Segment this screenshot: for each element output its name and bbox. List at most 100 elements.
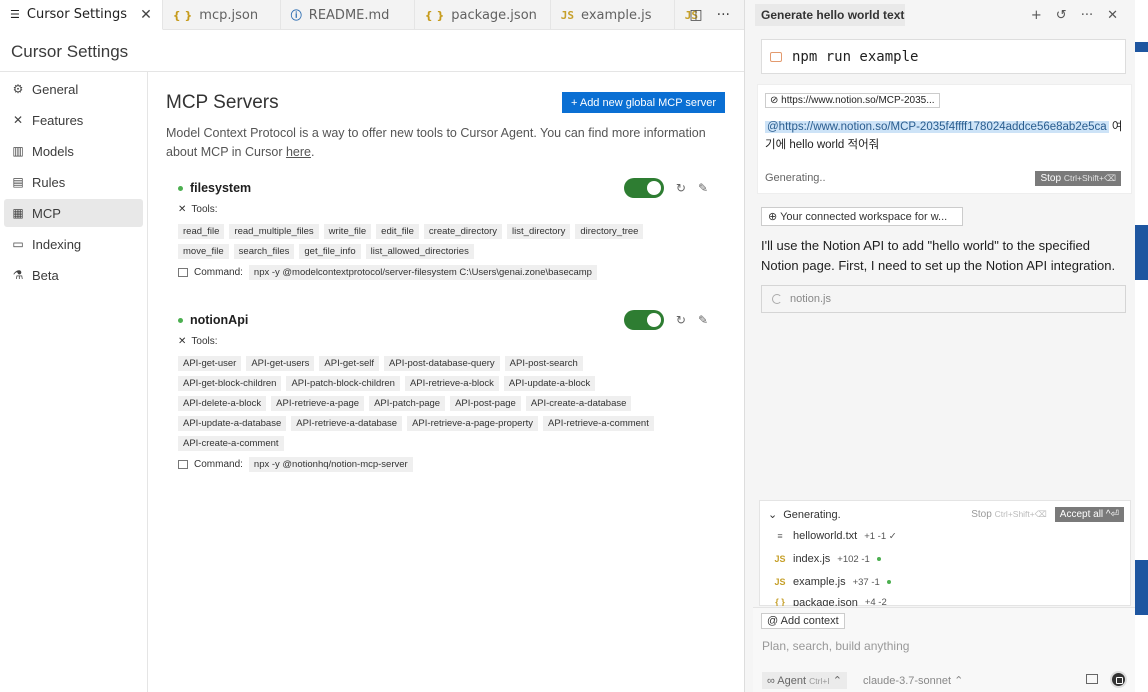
accept-all-button[interactable]: Accept all ^⏎: [1054, 507, 1124, 522]
nav-general[interactable]: ⚙ General: [4, 75, 143, 103]
server-icon: ▦: [12, 206, 24, 220]
changed-file-row[interactable]: ≡ helloworld.txt +1 -1 ✓: [774, 530, 896, 542]
tool-chip: get_file_info: [299, 244, 361, 259]
stop-label: Stop: [971, 509, 992, 520]
tool-chip: API-create-a-database: [525, 396, 632, 411]
generating-header: ⌄ Generating. Stop Ctrl+Shift+⌫ Accept a…: [768, 507, 1124, 522]
terminal-icon: [770, 51, 782, 62]
nav-rules[interactable]: ▤ Rules: [4, 168, 143, 196]
tool-list: API-get-user API-get-users API-get-self …: [178, 356, 678, 451]
split-editor-icon[interactable]: ◫: [689, 7, 702, 23]
edit-icon[interactable]: ✎: [698, 181, 708, 195]
server-command: Command: npx -y @modelcontextprotocol/se…: [178, 265, 718, 280]
image-icon[interactable]: [1086, 674, 1098, 684]
changed-file-row[interactable]: JS example.js +37 -1: [774, 576, 891, 588]
assistant-message: I'll use the Notion API to add "hello wo…: [761, 238, 1116, 273]
workspace-chip[interactable]: ⊕ Your connected workspace for w...: [761, 207, 963, 226]
message-text: @https://www.notion.so/MCP-2035f4ffff178…: [765, 118, 1125, 154]
stop-button[interactable]: Stop Ctrl+Shift+⌫: [1035, 171, 1121, 186]
mention-link[interactable]: @https://www.notion.so/MCP-2035f4ffff178…: [765, 121, 1109, 133]
tool-chip: API-create-a-comment: [178, 436, 284, 451]
stop-generation-button[interactable]: [1110, 671, 1127, 688]
js-icon: JS: [560, 8, 575, 22]
server-toggle[interactable]: [623, 178, 664, 198]
chat-tab[interactable]: Generate hello world text: [755, 4, 905, 26]
workspace-chip-text: Your connected workspace for w...: [780, 211, 948, 223]
nav-features[interactable]: ✕ Features: [4, 106, 143, 134]
terminal-icon: [178, 268, 188, 277]
server-controls: ↻ ✎: [623, 310, 708, 330]
tool-chip: write_file: [323, 224, 372, 239]
settings-nav: ⚙ General ✕ Features ▥ Models ▤ Rules ▦ MCP ▭…: [0, 72, 148, 692]
status-dot: [886, 580, 891, 584]
command-value: npx -y @notionhq/notion-mcp-server: [248, 457, 413, 472]
tool-chip: API-get-users: [246, 356, 315, 371]
stop-button[interactable]: Stop Ctrl+Shift+⌫: [971, 509, 1047, 520]
edit-icon[interactable]: ✎: [698, 313, 708, 327]
info-icon: ⓘ: [290, 9, 302, 22]
nav-label: Models: [32, 143, 74, 159]
more-icon[interactable]: ···: [1081, 8, 1093, 23]
add-context-button[interactable]: @ Add context: [761, 613, 845, 629]
more-icon[interactable]: ···: [717, 7, 730, 23]
nav-models[interactable]: ▥ Models: [4, 137, 143, 165]
tools-label-text: Tools:: [191, 204, 218, 215]
wrench-icon: ✕: [12, 113, 24, 127]
add-mcp-server-button[interactable]: + Add new global MCP server: [562, 92, 725, 113]
close-icon[interactable]: ✕: [140, 7, 152, 23]
docs-link[interactable]: here: [286, 145, 311, 159]
server-toggle[interactable]: [623, 310, 664, 330]
command-label: Command:: [194, 267, 243, 278]
url-chip[interactable]: ⊘ https://www.notion.so/MCP-2035...: [765, 93, 940, 108]
background-window-edge: [1135, 0, 1148, 692]
close-icon[interactable]: ✕: [1107, 8, 1118, 23]
tool-chip: API-retrieve-a-page-property: [407, 416, 539, 431]
nav-label: Rules: [32, 174, 66, 190]
prompt-text: npm run example: [792, 48, 919, 65]
model-label: claude-3.7-sonnet: [863, 675, 952, 687]
refresh-icon[interactable]: ↻: [676, 313, 686, 327]
settings-title: Cursor Settings: [11, 42, 129, 61]
tool-call-pill[interactable]: notion.js: [761, 285, 1126, 313]
chevron-down-icon[interactable]: ⌄: [768, 508, 777, 521]
model-select[interactable]: claude-3.7-sonnet ⌃: [863, 674, 963, 687]
nav-beta[interactable]: ⚗ Beta: [4, 261, 143, 289]
generating-panel: ⌄ Generating. Stop Ctrl+Shift+⌫ Accept a…: [759, 500, 1131, 606]
tool-chip: list_directory: [507, 224, 571, 239]
description-text: Model Context Protocol is a way to offer…: [166, 126, 706, 159]
tool-chip: API-post-database-query: [384, 356, 500, 371]
bar-chart-icon: ▥: [12, 144, 24, 158]
changed-file-row[interactable]: JS index.js +102 -1: [774, 553, 881, 565]
tool-chip: API-get-self: [319, 356, 380, 371]
tool-chip: API-get-block-children: [178, 376, 282, 391]
js-icon: JS: [774, 554, 786, 564]
tab-actions: ◫ ···: [689, 0, 730, 30]
tool-chip: API-retrieve-a-database: [291, 416, 403, 431]
nav-indexing[interactable]: ▭ Indexing: [4, 230, 143, 258]
file-diff: +37 -1: [852, 576, 880, 588]
user-message: ⊘ https://www.notion.so/MCP-2035... @htt…: [757, 84, 1132, 194]
tools-icon: ✕: [178, 204, 187, 215]
stop-shortcut: Ctrl+Shift+⌫: [994, 509, 1047, 519]
tab-cursor-settings[interactable]: ☰ Cursor Settings ✕: [0, 0, 163, 30]
tab-mcp-json[interactable]: { } mcp.json: [163, 0, 281, 30]
chat-input[interactable]: Plan, search, build anything: [762, 639, 909, 653]
agent-label: ∞ Agent: [767, 675, 807, 687]
history-icon[interactable]: ↺: [1056, 8, 1067, 23]
new-chat-icon[interactable]: +: [1031, 8, 1042, 23]
tab-example-js[interactable]: JS example.js: [551, 0, 675, 30]
tab-label: mcp.json: [199, 7, 259, 23]
tool-chip: create_directory: [423, 224, 503, 239]
nav-mcp[interactable]: ▦ MCP: [4, 199, 143, 227]
changed-file-row[interactable]: { } package.json +4 -2: [774, 597, 887, 606]
tab-package-json[interactable]: { } package.json: [415, 0, 551, 30]
url-chip-text: https://www.notion.so/MCP-2035...: [781, 95, 935, 106]
previous-prompt[interactable]: npm run example: [761, 39, 1126, 74]
agent-shortcut: Ctrl+I: [809, 676, 830, 686]
stop-shortcut: Ctrl+Shift+⌫: [1063, 173, 1116, 183]
tab-readme[interactable]: ⓘ README.md: [281, 0, 415, 30]
command-value: npx -y @modelcontextprotocol/server-file…: [248, 265, 597, 280]
agent-mode-select[interactable]: ∞ Agent Ctrl+I ⌃: [762, 672, 847, 689]
refresh-icon[interactable]: ↻: [676, 181, 686, 195]
tool-list: read_file read_multiple_files write_file…: [178, 224, 678, 259]
